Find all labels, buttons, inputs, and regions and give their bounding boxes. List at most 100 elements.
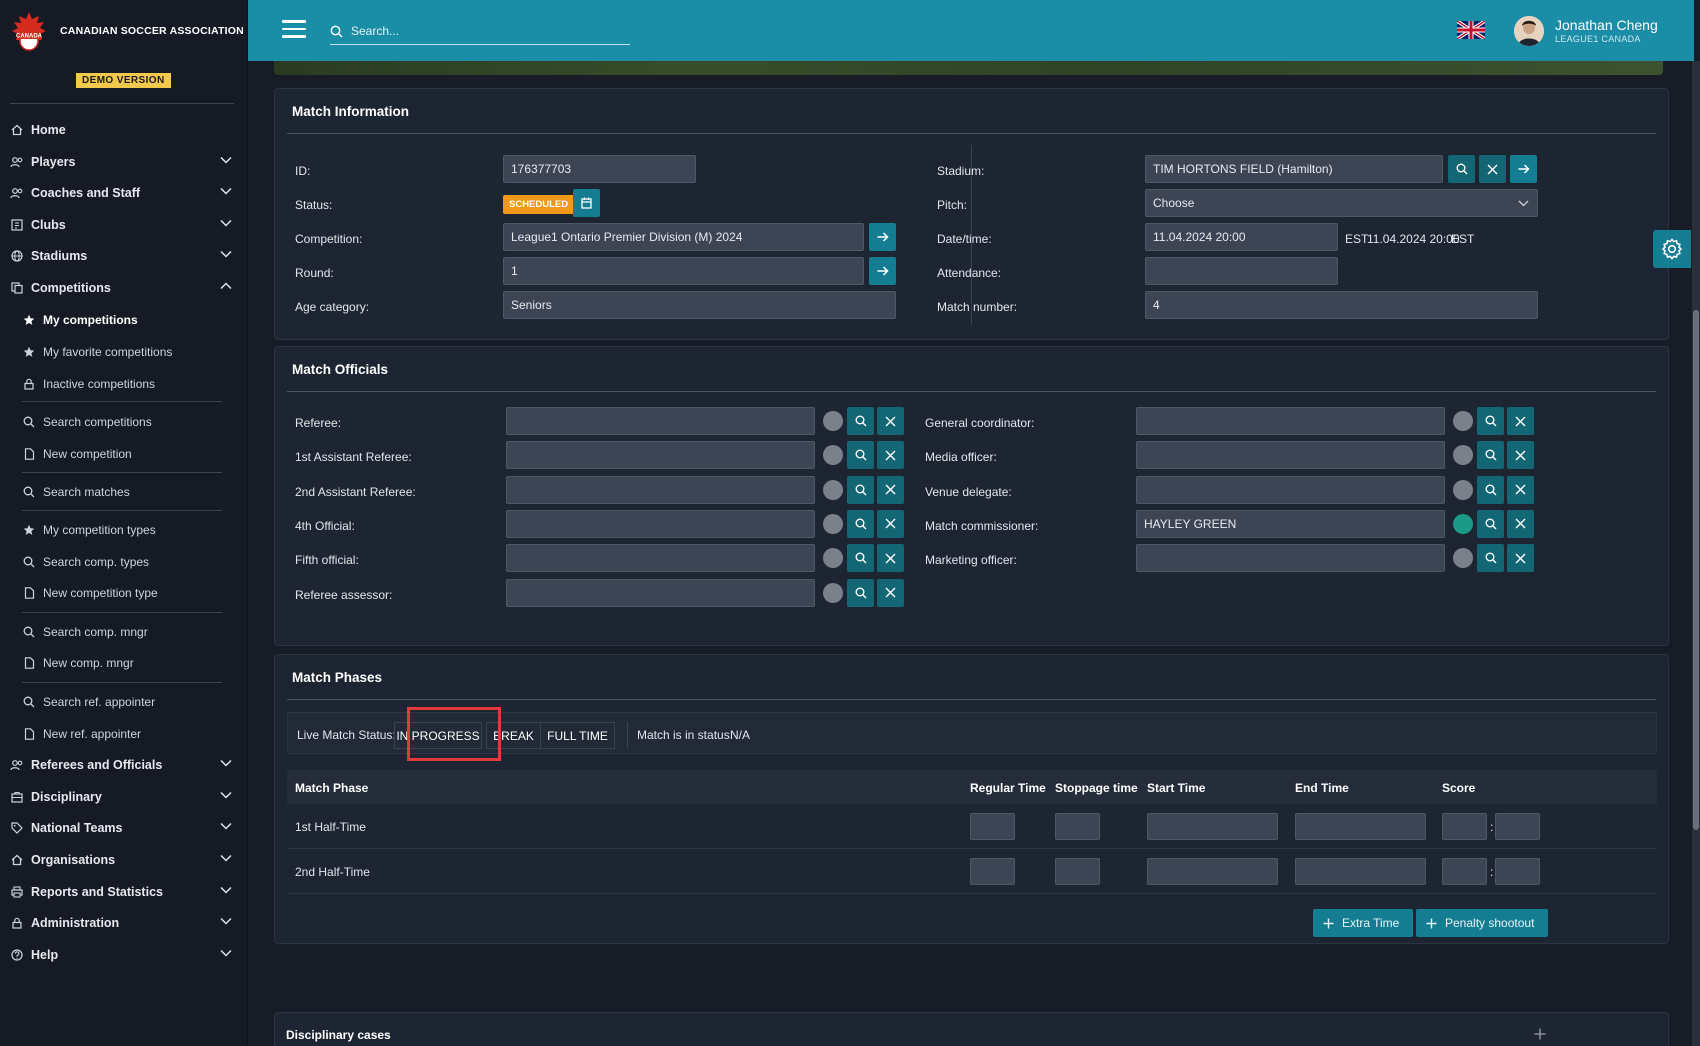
nav-fav-competitions[interactable]: My favorite competitions (22, 341, 227, 363)
user-name[interactable]: Jonathan Cheng (1555, 17, 1658, 33)
official-clear-button[interactable] (1507, 509, 1534, 538)
official-clear-button[interactable] (1507, 544, 1534, 573)
nav-players[interactable]: Players (10, 150, 234, 174)
age-category-field[interactable]: Seniors (503, 291, 896, 319)
home-score-input[interactable] (1442, 813, 1487, 840)
official-search-button[interactable] (1477, 407, 1504, 435)
official-name-field[interactable] (506, 475, 815, 504)
round-open-button[interactable] (869, 257, 896, 285)
official-search-button[interactable] (1477, 441, 1504, 470)
official-search-button[interactable] (847, 578, 874, 607)
official-name-field[interactable] (1136, 407, 1445, 435)
nav-disciplinary[interactable]: Disciplinary (10, 785, 234, 809)
scrollbar-thumb[interactable] (1693, 310, 1699, 830)
nav-search-competitions[interactable]: Search competitions (22, 411, 227, 433)
official-name-field[interactable] (506, 509, 815, 538)
nav-search-comp-mngr[interactable]: Search comp. mngr (22, 621, 227, 643)
global-search[interactable] (330, 18, 630, 45)
match-number-field[interactable]: 4 (1145, 291, 1538, 319)
nav-my-competitions[interactable]: My competitions (22, 309, 227, 331)
official-search-button[interactable] (847, 441, 874, 470)
nav-administration[interactable]: Administration (10, 911, 234, 935)
nav-national-teams[interactable]: National Teams (10, 816, 234, 840)
official-search-button[interactable] (847, 544, 874, 573)
official-name-field[interactable] (506, 441, 815, 470)
official-clear-button[interactable] (877, 407, 904, 435)
official-name-field[interactable] (1136, 475, 1445, 504)
nav-help[interactable]: Help (10, 943, 234, 967)
official-clear-button[interactable] (877, 544, 904, 573)
end-time-input[interactable] (1295, 813, 1426, 840)
regular-time-input[interactable] (970, 813, 1015, 840)
official-clear-button[interactable] (877, 475, 904, 504)
extra-time-button[interactable]: Extra Time (1313, 909, 1414, 937)
nav-reports[interactable]: Reports and Statistics (10, 880, 234, 904)
search-input[interactable] (351, 24, 611, 38)
start-time-input[interactable] (1147, 813, 1278, 840)
nav-clubs[interactable]: Clubs (10, 213, 234, 237)
stoppage-time-input[interactable] (1055, 813, 1100, 840)
nav-organisations[interactable]: Organisations (10, 848, 234, 872)
nav-new-ref-appointer[interactable]: New ref. appointer (22, 723, 227, 745)
nav-referees[interactable]: Referees and Officials (10, 753, 234, 777)
official-clear-button[interactable] (877, 441, 904, 470)
attendance-field[interactable] (1145, 257, 1338, 285)
away-score-input[interactable] (1495, 858, 1540, 885)
competition-field[interactable]: League1 Ontario Premier Division (M) 202… (503, 223, 864, 251)
official-search-button[interactable] (1477, 544, 1504, 573)
nav-competitions[interactable]: Competitions (10, 276, 234, 300)
official-clear-button[interactable] (1507, 407, 1534, 435)
home-score-input[interactable] (1442, 858, 1487, 885)
full-time-button[interactable]: FULL TIME (540, 722, 615, 749)
stadium-clear-button[interactable] (1479, 155, 1506, 183)
official-clear-button[interactable] (1507, 441, 1534, 470)
nav-coaches[interactable]: Coaches and Staff (10, 181, 234, 205)
avatar[interactable] (1514, 16, 1544, 46)
disciplinary-cases-card[interactable]: Disciplinary cases (274, 1012, 1669, 1046)
end-time-input[interactable] (1295, 858, 1426, 885)
official-clear-button[interactable] (877, 578, 904, 607)
nav-search-ref-appointer[interactable]: Search ref. appointer (22, 691, 227, 713)
nav-new-comp-type[interactable]: New competition type (22, 582, 227, 604)
official-search-button[interactable] (847, 509, 874, 538)
canada-soccer-logo[interactable]: CANADA (8, 10, 50, 52)
nav-new-comp-mngr[interactable]: New comp. mngr (22, 652, 227, 674)
official-clear-button[interactable] (1507, 475, 1534, 504)
calendar-button[interactable] (573, 189, 600, 217)
round-field[interactable]: 1 (503, 257, 864, 285)
stadium-field[interactable]: TIM HORTONS FIELD (Hamilton) (1145, 155, 1443, 183)
uk-flag-icon[interactable] (1457, 21, 1485, 39)
stadium-search-button[interactable] (1448, 155, 1475, 183)
penalty-shootout-button[interactable]: Penalty shootout (1416, 909, 1549, 937)
nav-stadiums[interactable]: Stadiums (10, 244, 234, 268)
nav-search-matches[interactable]: Search matches (22, 481, 227, 503)
regular-time-input[interactable] (970, 858, 1015, 885)
plus-icon[interactable] (1534, 1028, 1546, 1040)
official-name-field[interactable] (506, 407, 815, 435)
official-search-button[interactable] (847, 475, 874, 504)
competition-open-button[interactable] (869, 223, 896, 251)
nav-inactive-competitions[interactable]: Inactive competitions (22, 373, 227, 395)
nav-home[interactable]: Home (10, 118, 234, 142)
id-field[interactable]: 176377703 (503, 155, 696, 183)
pitch-select[interactable]: Choose (1145, 189, 1538, 217)
official-name-field[interactable] (1136, 441, 1445, 470)
official-name-field[interactable] (506, 544, 815, 573)
nav-search-comp-types[interactable]: Search comp. types (22, 551, 227, 573)
official-name-field[interactable]: HAYLEY GREEN (1136, 509, 1445, 538)
official-name-field[interactable] (1136, 544, 1445, 573)
official-name-field[interactable] (506, 578, 815, 607)
official-search-button[interactable] (1477, 509, 1504, 538)
nav-new-competition[interactable]: New competition (22, 443, 227, 465)
datetime-field[interactable]: 11.04.2024 20:00 (1145, 223, 1338, 251)
start-time-input[interactable] (1147, 858, 1278, 885)
stadium-open-button[interactable] (1510, 155, 1537, 183)
official-clear-button[interactable] (877, 509, 904, 538)
hamburger-menu-icon[interactable] (282, 20, 306, 40)
official-search-button[interactable] (847, 407, 874, 435)
official-search-button[interactable] (1477, 475, 1504, 504)
stoppage-time-input[interactable] (1055, 858, 1100, 885)
nav-my-comp-types[interactable]: My competition types (22, 519, 227, 541)
away-score-input[interactable] (1495, 813, 1540, 840)
settings-gear-button[interactable] (1653, 230, 1691, 268)
